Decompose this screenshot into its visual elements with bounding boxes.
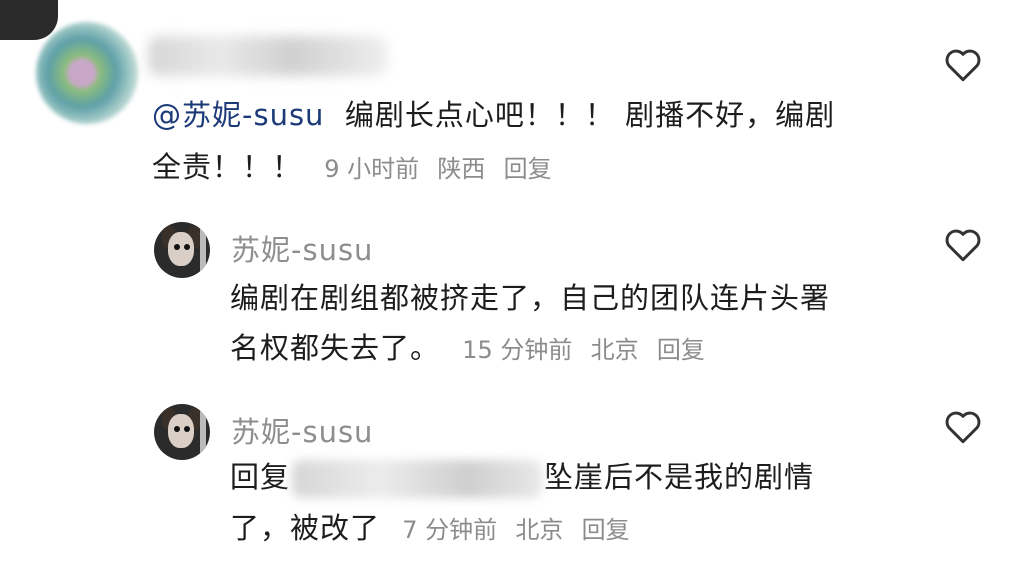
reply-text-end: 了，被改了: [230, 511, 381, 545]
heart-outline-icon[interactable]: [943, 409, 983, 445]
comment-text: 编剧长点心吧！！！ 剧播不好，编剧: [344, 98, 836, 132]
comment-text-end: 全责！！！: [152, 150, 303, 184]
username-blurred: [292, 460, 543, 498]
reply-button[interactable]: 回复: [504, 155, 552, 183]
reply-prefix: 回复: [230, 460, 291, 494]
heart-outline-icon[interactable]: [943, 47, 983, 83]
comment-text-line1: @苏妮-susu 编剧长点心吧！！！ 剧播不好，编剧: [152, 85, 835, 145]
reply-text: 坠崖后不是我的剧情: [544, 460, 815, 494]
avatar-dog[interactable]: [154, 222, 210, 278]
avatar-blurred[interactable]: [36, 22, 138, 124]
reply-text-line2: 了，被改了 7 分钟前 北京 回复: [230, 498, 630, 560]
mention-link[interactable]: @苏妮-susu: [152, 98, 324, 132]
reply-text-line2: 名权都失去了。 15 分钟前 北京 回复: [230, 318, 705, 380]
reply-location: 北京: [590, 336, 639, 364]
username-blurred: [148, 36, 388, 76]
reply-author[interactable]: 苏妮-susu: [231, 409, 373, 451]
reply-location: 北京: [515, 516, 564, 544]
reply-time: 7 分钟前: [402, 516, 498, 544]
comment-text-line2: 全责！！！ 9 小时前 陕西 回复: [152, 137, 552, 199]
heart-outline-icon[interactable]: [943, 227, 983, 263]
reply-time: 15 分钟前: [462, 336, 573, 364]
comment-time: 9 小时前: [324, 155, 420, 183]
reply-button[interactable]: 回复: [657, 336, 705, 364]
top-left-corner-shape: [0, 0, 58, 40]
reply-author[interactable]: 苏妮-susu: [231, 227, 373, 269]
comment-location: 陕西: [437, 155, 486, 183]
reply-button[interactable]: 回复: [582, 516, 630, 544]
avatar-dog[interactable]: [154, 404, 210, 460]
reply-text-end: 名权都失去了。: [230, 331, 441, 365]
